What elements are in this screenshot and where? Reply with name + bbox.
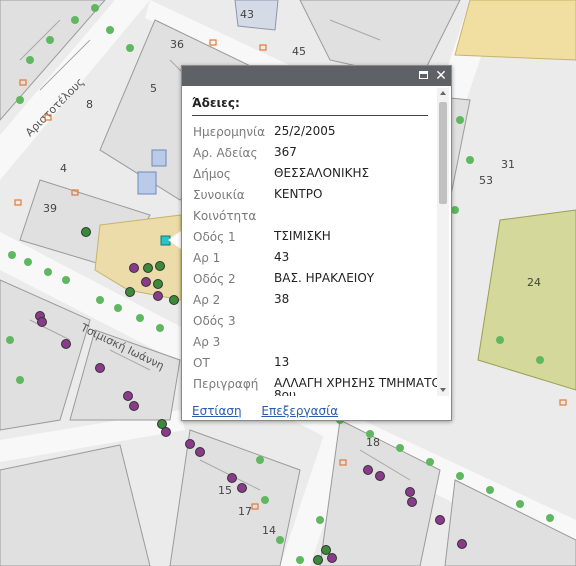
attribute-label: Δήμος <box>193 167 231 181</box>
attribute-label: Οδός 2 <box>193 272 236 286</box>
attribute-label: Οδός 3 <box>193 314 236 328</box>
attribute-label: Αρ 2 <box>193 293 221 307</box>
attribute-label: ΟΤ <box>193 356 210 370</box>
attribute-row: Οδός 3 <box>193 311 451 332</box>
svg-text:45: 45 <box>292 45 306 58</box>
attribute-row: Συνοικία ΚΕΝΤΡΟ <box>193 185 451 206</box>
attribute-row: Κοινότητα <box>193 206 451 227</box>
edit-link[interactable]: Επεξεργασία <box>261 404 338 418</box>
attribute-row: Οδός 2 ΒΑΣ. ΗΡΑΚΛΕΙΟΥ <box>193 269 451 290</box>
attribute-row: Δήμος ΘΕΣΣΑΛΟΝΙΚΗΣ <box>193 164 451 185</box>
attribute-value <box>274 311 451 332</box>
popup-content[interactable]: Άδειες: Ημερομηνία 25/2/2005 Αρ. Αδείας 367… <box>182 88 451 396</box>
svg-text:18: 18 <box>366 436 380 449</box>
svg-text:36: 36 <box>170 38 184 51</box>
parcel-top-right <box>454 0 576 61</box>
svg-text:39: 39 <box>43 202 57 215</box>
attribute-label: Περιγραφή <box>193 377 259 391</box>
attribute-row: ΟΤ 13 <box>193 353 451 374</box>
attribute-value <box>274 332 451 353</box>
attribute-value: ΒΑΣ. ΗΡΑΚΛΕΙΟΥ <box>274 271 375 285</box>
attribute-table: Ημερομηνία 25/2/2005 Αρ. Αδείας 367 Δήμος ΘΕΣ… <box>193 122 451 396</box>
attribute-value: 25/2/2005 <box>274 124 336 138</box>
attribute-value: ΑΛΛΑΓΗ ΧΡΗΣΗΣ ΤΜΗΜΑΤΟΣ 8ου <box>274 376 449 396</box>
scroll-up-arrow-icon[interactable] <box>440 91 446 95</box>
attribute-row: Οδός 1 ΤΣΙΜΙΣΚΗ <box>193 227 451 248</box>
svg-text:31: 31 <box>501 158 515 171</box>
popup-scrollbar[interactable] <box>437 88 449 396</box>
attribute-label: Ημερομηνία <box>193 125 266 139</box>
parcel-blue-2 <box>151 149 167 167</box>
svg-text:53: 53 <box>479 174 493 187</box>
attribute-row: Αρ 2 38 <box>193 290 451 311</box>
attribute-row: Αρ. Αδείας 367 <box>193 143 451 164</box>
parcel-blue-1 <box>137 171 157 195</box>
attribute-label: Αρ. Αδείας <box>193 146 258 160</box>
close-icon[interactable]: ✕ <box>433 68 449 84</box>
popup-actions: Εστίαση Επεξεργασία <box>192 404 354 418</box>
attribute-value: ΤΣΙΜΙΣΚΗ <box>274 229 331 243</box>
zoom-to-link[interactable]: Εστίαση <box>192 404 242 418</box>
title-divider <box>192 115 428 116</box>
svg-text:17: 17 <box>238 505 252 518</box>
popup-titlebar[interactable]: ✕ <box>182 66 451 86</box>
popup-pointer <box>168 231 181 249</box>
scroll-down-arrow-icon[interactable] <box>440 388 446 392</box>
attribute-row: Αρ 1 43 <box>193 248 451 269</box>
attribute-value <box>274 206 451 227</box>
attribute-value: ΘΕΣΣΑΛΟΝΙΚΗΣ <box>274 166 370 180</box>
attribute-label: Κοινότητα <box>193 209 257 223</box>
maximize-icon[interactable] <box>416 68 432 84</box>
attribute-row: Περιγραφή ΑΛΛΑΓΗ ΧΡΗΣΗΣ ΤΜΗΜΑΤΟΣ 8ου <box>193 374 451 396</box>
svg-text:5: 5 <box>150 82 157 95</box>
attribute-row: Ημερομηνία 25/2/2005 <box>193 122 451 143</box>
attribute-value: 43 <box>274 250 290 264</box>
attribute-value: 13 <box>274 355 290 369</box>
info-popup: ✕ Άδειες: Ημερομηνία 25/2/2005 Αρ. Αδείας 3… <box>181 65 452 421</box>
attribute-label: Αρ 3 <box>193 335 221 349</box>
svg-text:15: 15 <box>218 484 232 497</box>
svg-text:4: 4 <box>60 162 67 175</box>
attribute-label: Οδός 1 <box>193 230 236 244</box>
attribute-value: 367 <box>274 145 297 159</box>
popup-title: Άδειες: <box>192 96 240 110</box>
svg-text:8: 8 <box>86 98 93 111</box>
svg-text:43: 43 <box>240 8 254 21</box>
scroll-thumb[interactable] <box>439 102 447 204</box>
attribute-label: Αρ 1 <box>193 251 221 265</box>
attribute-value: 38 <box>274 292 290 306</box>
attribute-value: ΚΕΝΤΡΟ <box>274 187 323 201</box>
attribute-label: Συνοικία <box>193 188 245 202</box>
svg-text:24: 24 <box>527 276 541 289</box>
svg-text:14: 14 <box>262 524 276 537</box>
attribute-row: Αρ 3 <box>193 332 451 353</box>
